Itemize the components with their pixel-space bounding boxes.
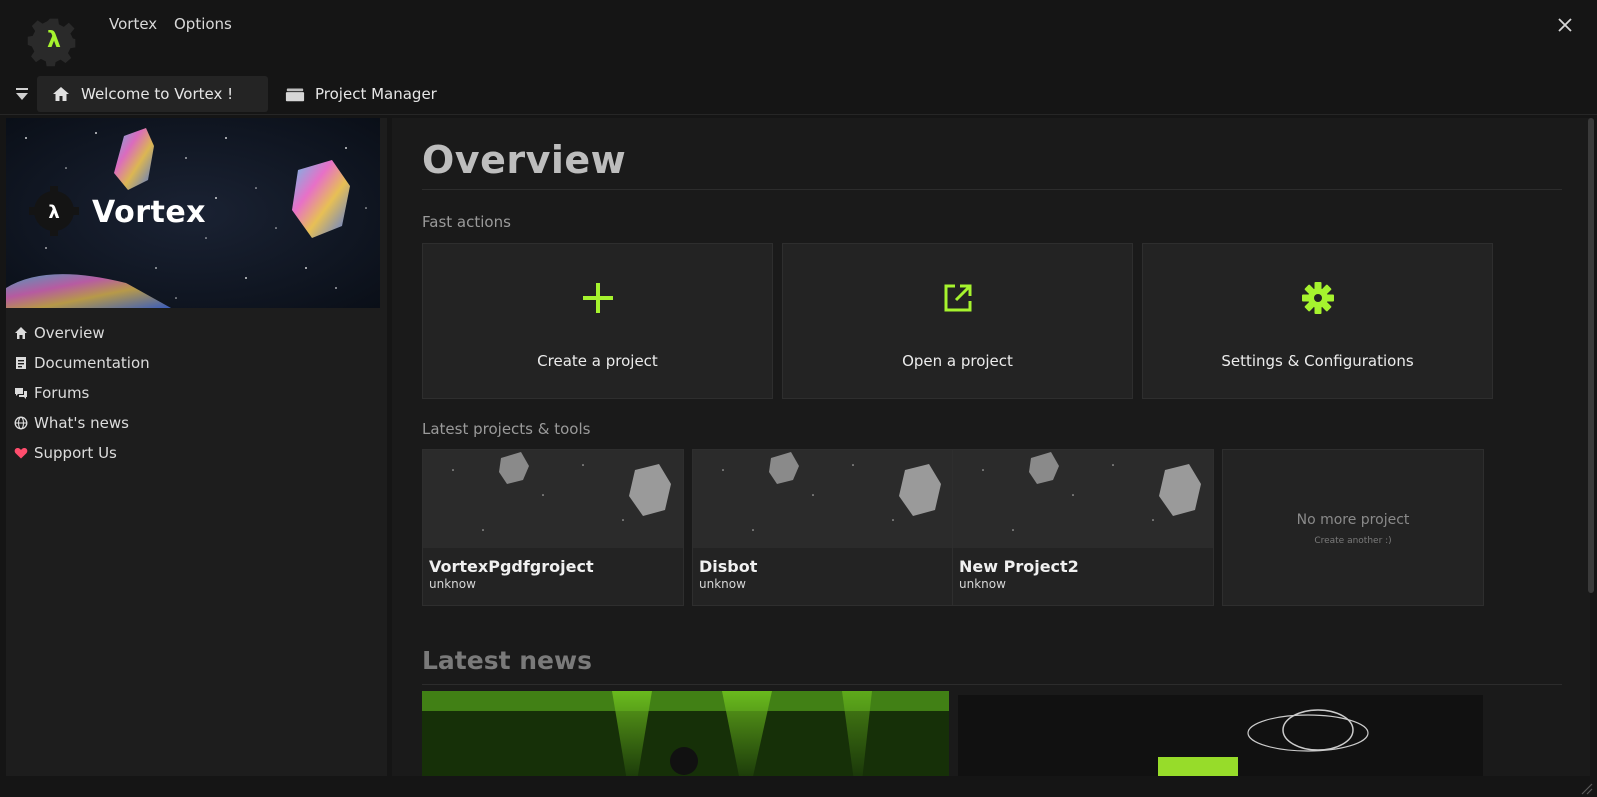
project-name: Disbot (699, 557, 758, 576)
main-panel: Overview Fast actions Create a project O… (392, 118, 1590, 776)
plus-icon (582, 283, 613, 313)
tab-project-manager[interactable]: Project Manager (285, 76, 465, 112)
heart-icon (14, 447, 28, 459)
fast-actions-label: Fast actions (422, 213, 511, 231)
sidebar-item-label: What's news (34, 414, 129, 432)
sidebar-item-whats-news[interactable]: What's news (14, 408, 150, 438)
lambda-gear-icon[interactable]: λ (26, 12, 82, 68)
news-card[interactable] (958, 695, 1483, 776)
empty-title: No more project (1296, 512, 1410, 528)
action-label: Open a project (902, 352, 1013, 370)
project-author: unknow (959, 577, 1006, 591)
sidebar-item-label: Support Us (34, 444, 117, 462)
empty-project-card[interactable]: No more project Create another :) (1222, 449, 1484, 606)
menu-options[interactable]: Options (174, 15, 232, 33)
sidebar-nav: Overview Documentation Forums What's new… (14, 318, 150, 468)
empty-subtitle: Create another :) (1314, 536, 1392, 546)
settings-button[interactable]: Settings & Configurations (1142, 243, 1493, 399)
project-thumbnail (423, 450, 683, 548)
resize-grip-icon[interactable] (1579, 781, 1593, 795)
menu-vortex[interactable]: Vortex (109, 15, 157, 33)
svg-text:λ: λ (48, 202, 59, 223)
project-card[interactable]: Disbot unknow (692, 449, 954, 606)
globe-icon (14, 416, 28, 430)
status-bar (0, 776, 1597, 797)
stack-icon (285, 84, 305, 104)
chat-icon (15, 388, 27, 399)
sidebar-banner: λ Vortex (6, 118, 380, 308)
news-image (422, 691, 949, 776)
project-name: New Project2 (959, 557, 1079, 576)
sidebar-item-forums[interactable]: Forums (14, 378, 150, 408)
open-project-button[interactable]: Open a project (782, 243, 1133, 399)
sidebar-item-overview[interactable]: Overview (14, 318, 150, 348)
project-name: VortexPgdfgroject (429, 557, 594, 576)
title-bar: λ Vortex Options (0, 0, 1597, 74)
collapse-menu-icon[interactable] (13, 85, 31, 103)
project-thumbnail (953, 450, 1213, 548)
tab-welcome-label: Welcome to Vortex ! (81, 85, 234, 103)
tab-project-manager-label: Project Manager (315, 85, 437, 103)
news-image (958, 695, 1483, 776)
svg-text:λ: λ (47, 28, 61, 53)
project-card[interactable]: New Project2 unknow (952, 449, 1214, 606)
latest-projects-label: Latest projects & tools (422, 420, 591, 438)
sidebar: λ Vortex Overview Documentation Forums W… (6, 118, 387, 776)
project-author: unknow (699, 577, 746, 591)
sidebar-item-support-us[interactable]: Support Us (14, 438, 150, 468)
divider (422, 189, 1562, 190)
action-label: Create a project (537, 352, 658, 370)
tab-bar: Welcome to Vortex ! Project Manager (0, 74, 1597, 115)
home-icon (15, 327, 27, 339)
sidebar-item-label: Overview (34, 324, 105, 342)
document-icon (16, 357, 26, 369)
sidebar-item-documentation[interactable]: Documentation (14, 348, 150, 378)
tab-welcome[interactable]: Welcome to Vortex ! (37, 76, 268, 112)
latest-news-title: Latest news (422, 646, 592, 675)
news-card[interactable] (422, 691, 949, 776)
project-author: unknow (429, 577, 476, 591)
scrollbar[interactable] (1588, 118, 1594, 593)
project-thumbnail (693, 450, 953, 548)
page-title: Overview (422, 138, 627, 182)
create-project-button[interactable]: Create a project (422, 243, 773, 399)
sidebar-item-label: Documentation (34, 354, 150, 372)
project-card[interactable]: VortexPgdfgroject unknow (422, 449, 684, 606)
action-label: Settings & Configurations (1221, 352, 1414, 370)
banner-title: Vortex (92, 195, 207, 230)
gear-icon (1301, 282, 1334, 314)
divider (422, 684, 1562, 685)
sidebar-item-label: Forums (34, 384, 90, 402)
home-icon (51, 84, 71, 104)
external-link-icon (944, 284, 971, 312)
close-icon[interactable] (1557, 14, 1573, 39)
